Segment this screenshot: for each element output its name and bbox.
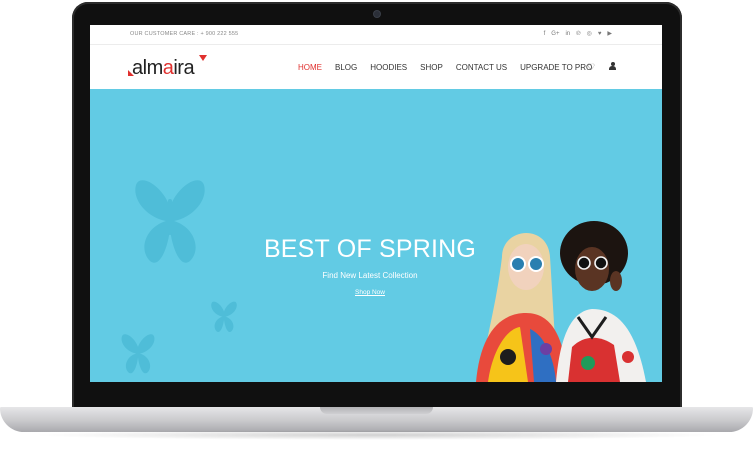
logo-text: almaira bbox=[132, 57, 195, 79]
nav-item-hoodies[interactable]: HOODIES bbox=[370, 63, 407, 72]
butterfly-decoration-medium bbox=[121, 334, 155, 374]
nav-item-blog[interactable]: BLOG bbox=[335, 63, 357, 72]
youtube-icon[interactable]: ▶ bbox=[607, 30, 612, 38]
laptop-shadow bbox=[30, 430, 723, 440]
nav-menu: HOME BLOG HOODIES SHOP CONTACT US UPGRAD… bbox=[298, 63, 605, 72]
pinterest-icon[interactable]: ℗ bbox=[576, 30, 580, 38]
top-bar: OUR CUSTOMER CARE : + 900 222 555 f G+ i… bbox=[90, 25, 662, 45]
nav-item-shop[interactable]: SHOP bbox=[420, 63, 443, 72]
main-navbar: almaira HOME BLOG HOODIES SHOP CONTACT U… bbox=[90, 45, 662, 89]
site-logo[interactable]: almaira bbox=[128, 55, 218, 81]
google-plus-icon[interactable]: G+ bbox=[551, 30, 559, 38]
customer-care-text: OUR CUSTOMER CARE : + 900 222 555 bbox=[130, 31, 239, 37]
user-icon[interactable] bbox=[608, 61, 617, 71]
facebook-icon[interactable]: f bbox=[544, 30, 546, 38]
nav-item-contact-us[interactable]: CONTACT US bbox=[456, 63, 507, 72]
linkedin-icon[interactable]: in bbox=[565, 30, 570, 38]
webcam bbox=[374, 11, 380, 17]
butterfly-decoration-large bbox=[135, 180, 205, 263]
nav-item-upgrade-to-pro[interactable]: UPGRADE TO PRO bbox=[520, 63, 592, 72]
nav-item-home[interactable]: HOME bbox=[298, 63, 322, 72]
heart-icon[interactable]: ♡ bbox=[587, 62, 595, 73]
hero-models-image bbox=[476, 221, 646, 382]
hero-banner: BEST OF SPRING Find New Latest Collectio… bbox=[90, 89, 662, 382]
twitter-icon[interactable]: ♥ bbox=[598, 30, 602, 38]
social-links: f G+ in ℗ ◎ ♥ ▶ bbox=[544, 30, 612, 38]
laptop-notch bbox=[320, 407, 433, 414]
website-screen: OUR CUSTOMER CARE : + 900 222 555 f G+ i… bbox=[90, 25, 662, 382]
instagram-icon[interactable]: ◎ bbox=[587, 30, 592, 38]
logo-accent-mark bbox=[199, 55, 207, 61]
butterfly-decoration-small bbox=[211, 301, 237, 332]
laptop-frame: OUR CUSTOMER CARE : + 900 222 555 f G+ i… bbox=[0, 0, 753, 450]
